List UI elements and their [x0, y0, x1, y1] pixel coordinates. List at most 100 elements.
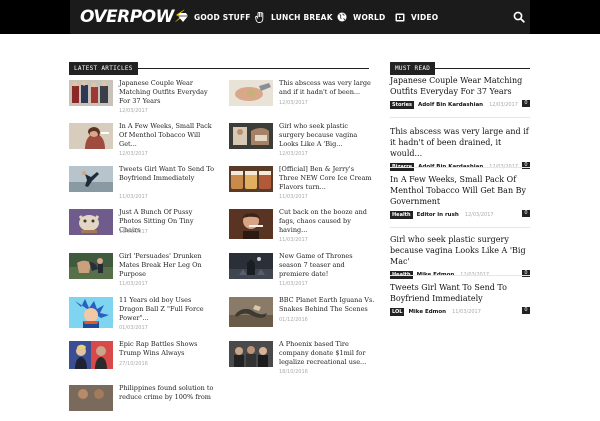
article-date: 11/03/2017 [279, 237, 308, 243]
nav-item-good-stuff[interactable]: GOOD STUFF [178, 0, 251, 34]
must-read-item[interactable]: Japanese Couple Wear Matching Outfits Ev… [390, 75, 530, 109]
post-date: 11/03/2017 [452, 308, 481, 315]
article-title[interactable]: Japanese Couple Wear Matching Outfits Ev… [119, 79, 215, 106]
article-thumbnail[interactable] [229, 166, 273, 192]
nav-label: VIDEO [411, 12, 439, 22]
article-date: 12/03/2017 [119, 151, 148, 157]
article-thumbnail[interactable] [229, 297, 273, 327]
author-link[interactable]: Mike Edmon [408, 309, 446, 315]
section-title: MUST READ [390, 62, 436, 75]
author-link[interactable]: Editor in rush [417, 212, 459, 218]
must-read-item[interactable]: In A Few Weeks, Small Pack Of Menthol To… [390, 174, 530, 219]
nav-item-world[interactable]: WORLD [337, 0, 385, 34]
must-read-item[interactable]: Girl who seek plastic surgery because va… [390, 234, 530, 279]
must-read-title[interactable]: In A Few Weeks, Small Pack Of Menthol To… [390, 174, 530, 207]
divider [390, 117, 530, 118]
latest-articles-header: LATEST ARTICLES [69, 55, 369, 75]
article-date: 12/03/2017 [279, 151, 308, 157]
article-thumbnail[interactable] [69, 123, 113, 149]
article-item[interactable]: 11 Years old boy Uses Dragon Ball Z "Ful… [69, 296, 219, 333]
must-read-title[interactable]: Girl who seek plastic surgery because va… [390, 234, 530, 267]
article-thumbnail[interactable] [229, 253, 273, 279]
category-badge[interactable]: Stories [390, 100, 414, 109]
article-item[interactable]: Cut back on the booze and fags, chaos ca… [229, 208, 379, 245]
nav-label: GOOD STUFF [194, 12, 251, 22]
article-title[interactable]: This abscess was very large and if it ha… [279, 79, 375, 97]
divider [390, 167, 530, 168]
nav-label: LUNCH BREAK [271, 12, 333, 22]
category-badge[interactable]: Health [390, 210, 413, 219]
article-item[interactable]: In A Few Weeks, Small Pack Of Menthol To… [69, 122, 219, 159]
nav-item-lunch-break[interactable]: LUNCH BREAK [255, 0, 333, 34]
article-thumbnail[interactable] [69, 253, 113, 279]
article-item[interactable]: Just A Bunch Of Pussy Photos Sitting On … [69, 208, 219, 245]
article-item[interactable]: [Official] Ben & Jerry's Three NEW Core … [229, 165, 379, 202]
article-date: 27/10/2016 [119, 361, 148, 367]
must-read-title[interactable]: This abscess was very large and if it ha… [390, 126, 530, 159]
article-title[interactable]: BBC Planet Earth Iguana Vs. Snakes Behin… [279, 296, 375, 314]
site-logo[interactable]: OVERPOW⚡ [80, 7, 186, 27]
article-title[interactable]: A Phoenix based Tire company donate $1mi… [279, 340, 375, 367]
article-thumbnail[interactable] [69, 209, 113, 235]
post-date: 12/03/2017 [464, 211, 494, 218]
article-date: 11/03/2017 [279, 194, 308, 200]
article-title[interactable]: 11 Years old boy Uses Dragon Ball Z "Ful… [119, 296, 215, 323]
article-item[interactable]: This abscess was very large and if it ha… [229, 79, 379, 116]
article-thumbnail[interactable] [69, 385, 113, 411]
article-thumbnail[interactable] [229, 80, 273, 106]
article-item[interactable]: Girl who seek plastic surgery because va… [229, 122, 379, 159]
section-title: LATEST ARTICLES [69, 62, 138, 75]
comment-count[interactable]: 0 [522, 210, 530, 217]
post-date: 12/03/2017 [489, 101, 518, 108]
search-button[interactable] [512, 9, 526, 23]
article-date: 01/03/2017 [119, 325, 148, 331]
diamond-icon [178, 12, 188, 22]
author-link[interactable]: Adolf Bin Kardashian [418, 102, 483, 108]
article-title[interactable]: Epic Rap Battles Shows Trump Wins Always [119, 340, 215, 358]
article-thumbnail[interactable] [69, 80, 113, 106]
divider [390, 275, 530, 276]
article-title[interactable]: Philippines found solution to reduce cri… [119, 384, 215, 402]
nav-item-video[interactable]: VIDEO [395, 0, 438, 34]
article-item[interactable]: Epic Rap Battles Shows Trump Wins Always… [69, 340, 219, 377]
article-item[interactable]: Tweets Girl Want To Send To Boyfriend Im… [69, 165, 219, 202]
article-title[interactable]: In A Few Weeks, Small Pack Of Menthol To… [119, 122, 215, 149]
article-title[interactable]: [Official] Ben & Jerry's Three NEW Core … [279, 165, 375, 192]
article-date: 12/03/2017 [119, 108, 148, 114]
article-item[interactable]: Girl 'Persuades' Drunken Mates Break Her… [69, 252, 219, 289]
article-thumbnail[interactable] [69, 341, 113, 369]
article-thumbnail[interactable] [229, 123, 273, 149]
article-date: 11/03/2017 [119, 281, 148, 287]
must-read-item[interactable]: This abscess was very large and if it ha… [390, 126, 530, 171]
article-thumbnail[interactable] [229, 209, 273, 239]
article-thumbnail[interactable] [69, 166, 113, 192]
article-date: 12/03/2017 [279, 100, 308, 106]
article-thumbnail[interactable] [229, 341, 273, 367]
article-title[interactable]: Cut back on the booze and fags, chaos ca… [279, 208, 375, 235]
must-read-header: MUST READ [390, 55, 530, 75]
article-date: 11/03/2017 [119, 194, 148, 200]
article-item[interactable]: A Phoenix based Tire company donate $1mi… [229, 340, 379, 377]
comment-count[interactable]: 0 [522, 100, 530, 107]
nav-label: WORLD [353, 12, 386, 22]
must-read-title[interactable]: Japanese Couple Wear Matching Outfits Ev… [390, 75, 530, 97]
article-title[interactable]: Girl 'Persuades' Drunken Mates Break Her… [119, 252, 215, 279]
must-read-item[interactable]: Tweets Girl Want To Send To Boyfriend Im… [390, 282, 530, 316]
article-item[interactable]: Japanese Couple Wear Matching Outfits Ev… [69, 79, 219, 116]
article-item[interactable]: New Game of Thrones season 7 teaser and … [229, 252, 379, 289]
article-thumbnail[interactable] [69, 297, 113, 328]
article-title[interactable]: Tweets Girl Want To Send To Boyfriend Im… [119, 165, 215, 183]
category-badge[interactable]: LOL [390, 307, 405, 316]
video-icon [395, 13, 405, 21]
comment-count[interactable]: 0 [522, 307, 530, 314]
hand-icon [255, 11, 264, 23]
article-title[interactable]: Girl who seek plastic surgery because va… [279, 122, 375, 149]
article-title[interactable]: New Game of Thrones season 7 teaser and … [279, 252, 375, 279]
article-date: 01/12/2016 [279, 317, 308, 323]
article-item[interactable]: Philippines found solution to reduce cri… [69, 384, 219, 421]
article-date: 11/03/2017 [119, 229, 148, 235]
must-read-title[interactable]: Tweets Girl Want To Send To Boyfriend Im… [390, 282, 530, 304]
article-date: 11/03/2017 [279, 281, 308, 287]
search-icon [513, 11, 525, 23]
article-item[interactable]: BBC Planet Earth Iguana Vs. Snakes Behin… [229, 296, 379, 333]
